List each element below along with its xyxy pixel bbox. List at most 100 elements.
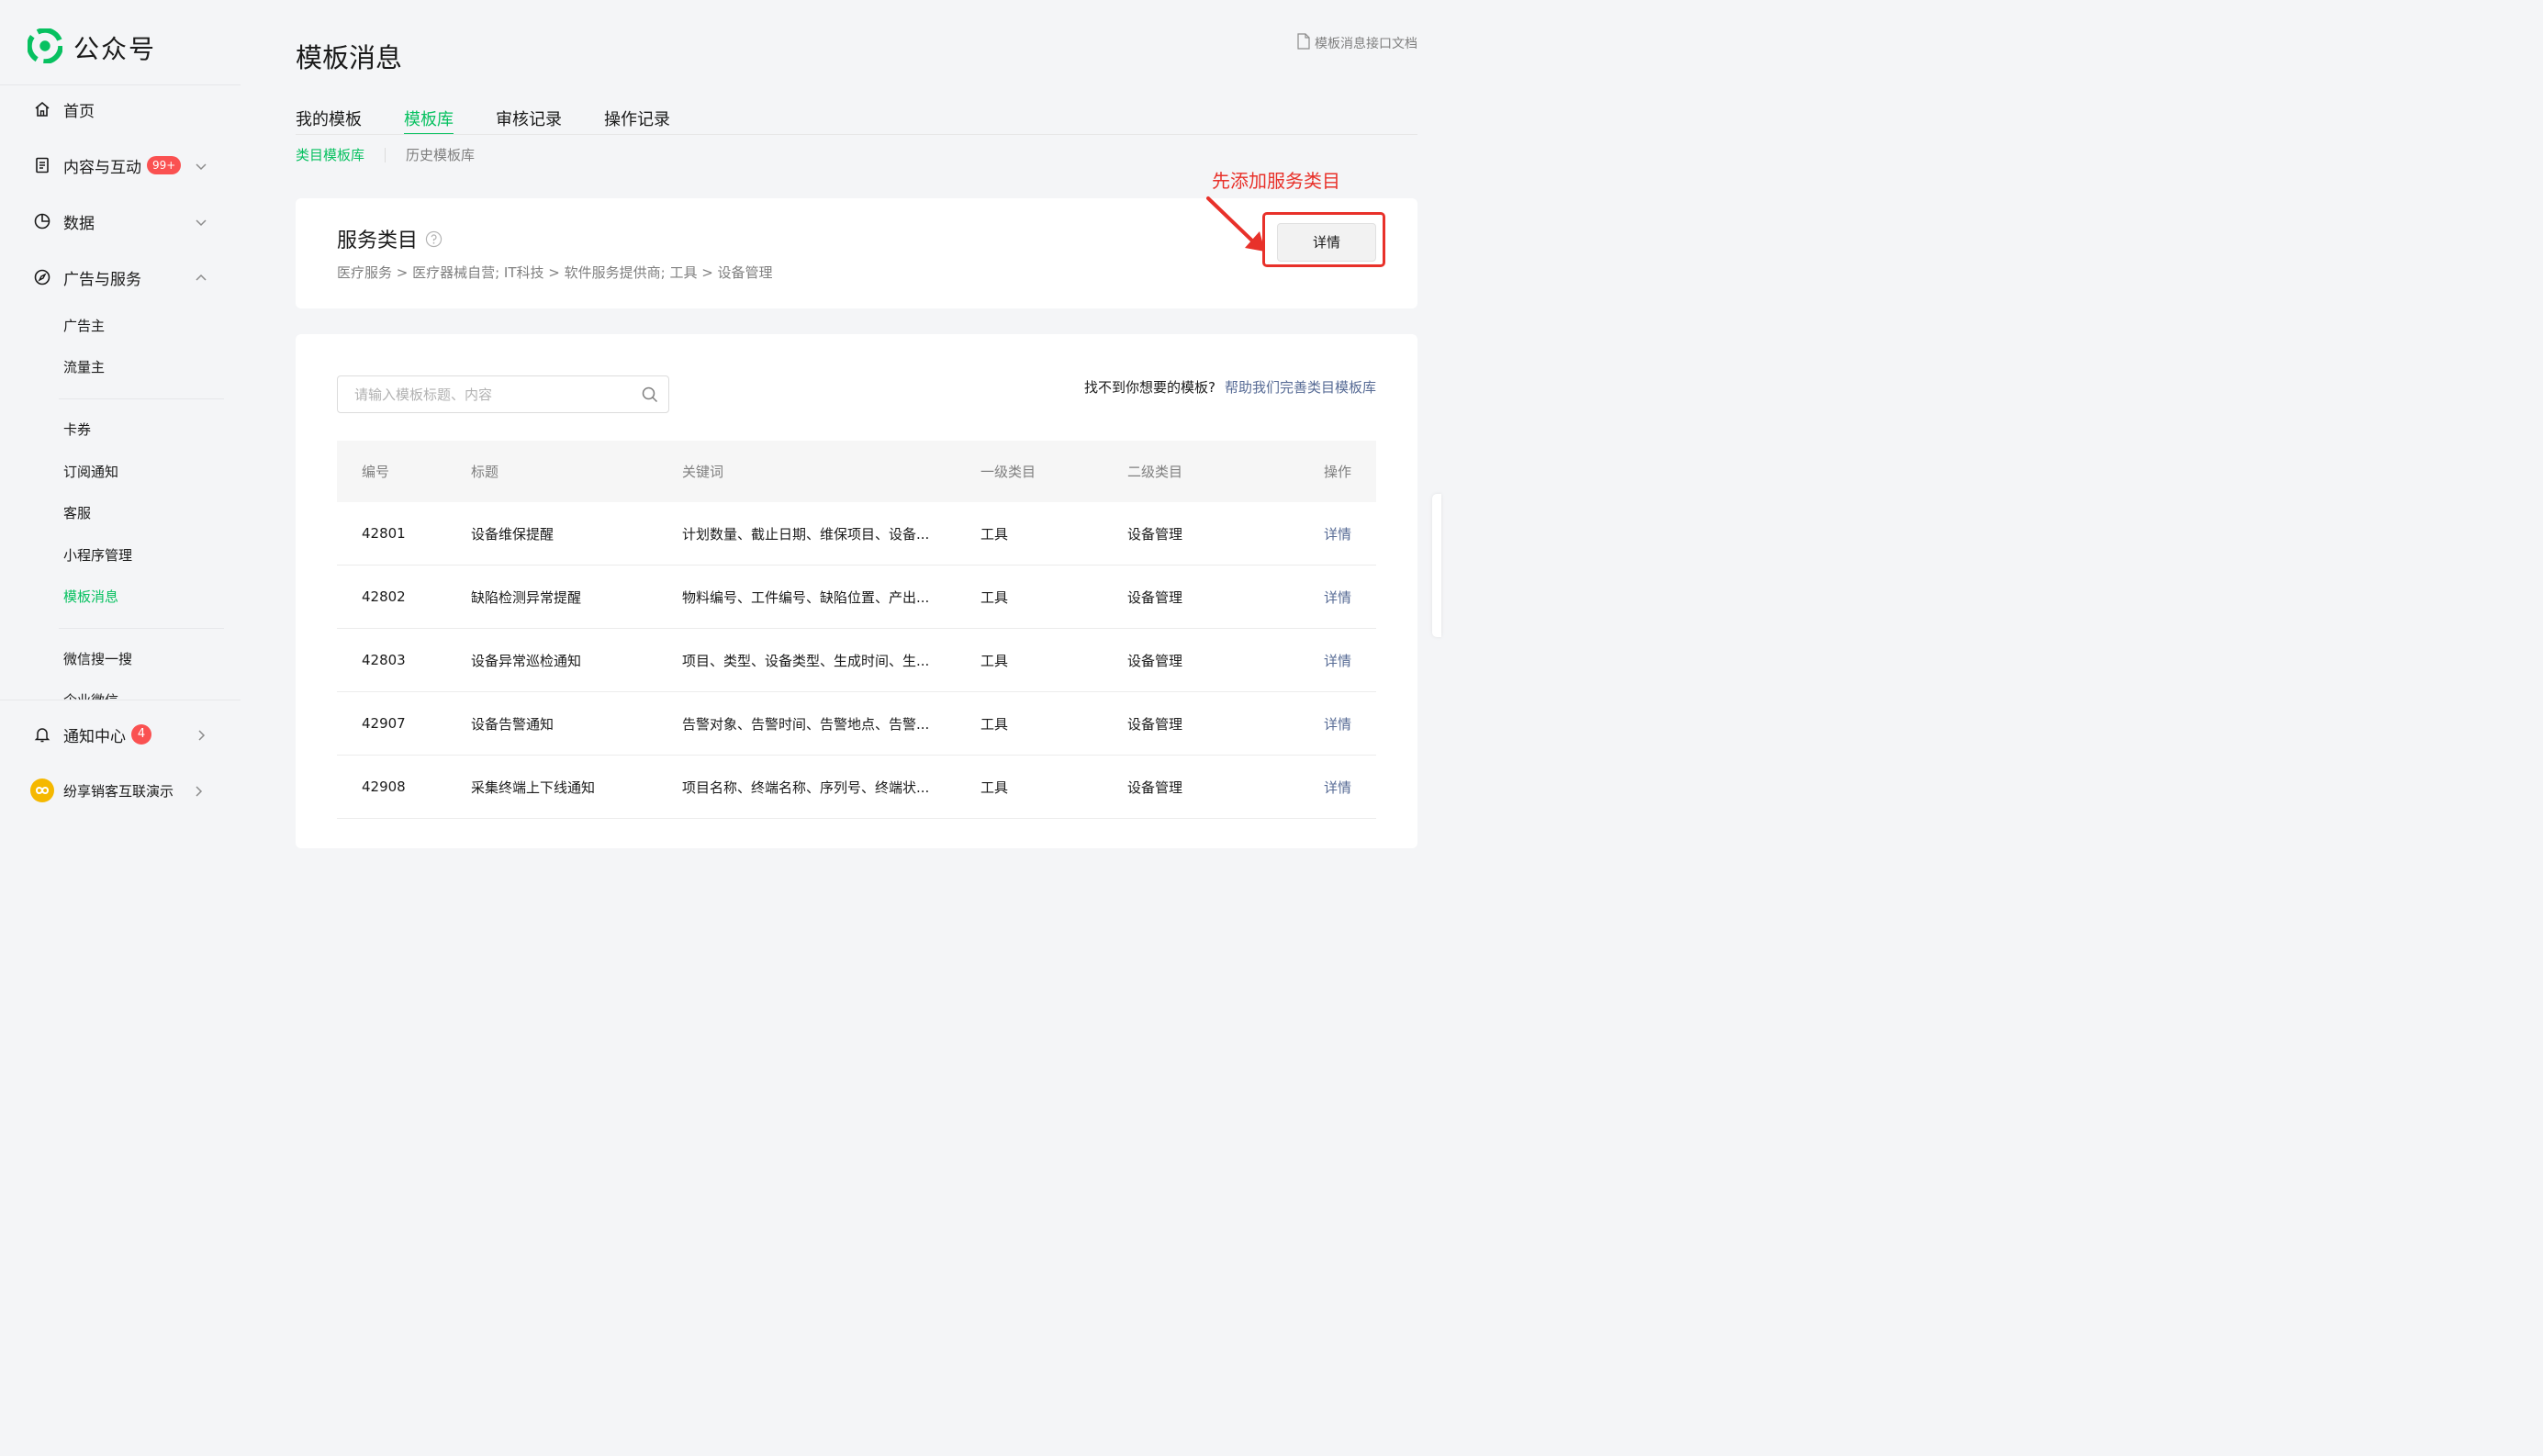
row-detail-link[interactable]: 详情 bbox=[1324, 756, 1351, 818]
cell-id: 42908 bbox=[362, 778, 406, 795]
cell-category2: 设备管理 bbox=[1127, 525, 1183, 543]
cell-category2: 设备管理 bbox=[1127, 778, 1183, 796]
nav-notifications-label: 通知中心 bbox=[63, 727, 126, 746]
brand-name: 公众号 bbox=[73, 34, 157, 64]
table-header: 编号 标题 关键词 一级类目 二级类目 操作 bbox=[337, 441, 1376, 502]
annotation-text: 先添加服务类目 bbox=[1212, 170, 1340, 192]
document-icon bbox=[33, 156, 51, 174]
cell-title: 缺陷检测异常提醒 bbox=[471, 588, 582, 606]
chevron-down-icon bbox=[195, 215, 207, 227]
nav-data[interactable]: 数据 bbox=[33, 207, 217, 235]
cell-id: 42803 bbox=[362, 652, 406, 668]
sidebar-item-template-message[interactable]: 模板消息 bbox=[63, 587, 118, 607]
cell-keywords: 物料编号、工件编号、缺陷位置、产出... bbox=[682, 588, 930, 606]
api-doc-link[interactable]: 模板消息接口文档 bbox=[1296, 33, 1417, 53]
chevron-right-icon bbox=[195, 728, 206, 741]
cell-category2: 设备管理 bbox=[1127, 652, 1183, 669]
nav-ads-services[interactable]: 广告与服务 bbox=[33, 263, 217, 291]
table-row: 42908 采集终端上下线通知 项目名称、终端名称、序列号、终端状... 工具 … bbox=[337, 756, 1376, 819]
annotation-highlight-box bbox=[1262, 212, 1385, 267]
side-scroll-handle[interactable] bbox=[1432, 494, 1441, 637]
search-input[interactable] bbox=[338, 376, 622, 412]
nav-content-label: 内容与互动 bbox=[63, 158, 141, 177]
chevron-down-icon bbox=[195, 159, 207, 171]
home-icon bbox=[33, 100, 51, 118]
table-row: 42803 设备异常巡检通知 项目、类型、设备类型、生成时间、生... 工具 设… bbox=[337, 629, 1376, 692]
improve-library-link[interactable]: 帮助我们完善类目模板库 bbox=[1225, 379, 1376, 396]
api-doc-label: 模板消息接口文档 bbox=[1315, 37, 1417, 51]
cell-id: 42907 bbox=[362, 715, 406, 732]
nav-account[interactable]: 纷享销客互联演示 bbox=[30, 777, 214, 804]
column-header-category1: 一级类目 bbox=[980, 464, 1036, 480]
tab-review-records[interactable]: 审核记录 bbox=[496, 106, 562, 135]
nav-home-label: 首页 bbox=[63, 102, 95, 121]
column-header-title: 标题 bbox=[471, 464, 499, 480]
cell-category2: 设备管理 bbox=[1127, 588, 1183, 606]
subtab-history-library[interactable]: 历史模板库 bbox=[406, 145, 475, 164]
cell-category2: 设备管理 bbox=[1127, 715, 1183, 733]
nav-ads-label: 广告与服务 bbox=[63, 270, 141, 289]
table-row: 42907 设备告警通知 告警对象、告警时间、告警地点、告警... 工具 设备管… bbox=[337, 692, 1376, 756]
row-detail-link[interactable]: 详情 bbox=[1324, 629, 1351, 691]
cell-category1: 工具 bbox=[980, 652, 1009, 669]
chevron-right-icon bbox=[192, 784, 203, 797]
sidebar-item-subscription[interactable]: 订阅通知 bbox=[63, 462, 118, 482]
cell-keywords: 项目、类型、设备类型、生成时间、生... bbox=[682, 652, 930, 669]
help-question: 找不到你想要的模板? bbox=[1084, 379, 1215, 396]
sidebar-item-coupons[interactable]: 卡券 bbox=[63, 420, 91, 440]
table-row: 42801 设备维保提醒 计划数量、截止日期、维保项目、设备... 工具 设备管… bbox=[337, 502, 1376, 566]
tab-operation-records[interactable]: 操作记录 bbox=[604, 106, 670, 135]
sidebar-item-advertiser[interactable]: 广告主 bbox=[63, 316, 105, 336]
sidebar-item-publisher[interactable]: 流量主 bbox=[63, 357, 105, 377]
cell-title: 设备异常巡检通知 bbox=[471, 652, 582, 669]
brand-logo-icon bbox=[27, 28, 63, 67]
row-detail-link[interactable]: 详情 bbox=[1324, 502, 1351, 565]
help-line: 找不到你想要的模板? 帮助我们完善类目模板库 bbox=[1084, 377, 1376, 397]
cell-id: 42802 bbox=[362, 588, 406, 605]
cell-title: 设备维保提醒 bbox=[471, 525, 555, 543]
sidebar-separator bbox=[59, 628, 224, 629]
brand[interactable]: 公众号 bbox=[27, 28, 157, 67]
account-avatar bbox=[30, 778, 54, 802]
column-header-keywords: 关键词 bbox=[682, 464, 724, 480]
sidebar-item-wecom[interactable]: 企业微信 bbox=[63, 690, 118, 700]
nav-notifications[interactable]: 通知中心 4 bbox=[33, 721, 217, 748]
cell-keywords: 项目名称、终端名称、序列号、终端状... bbox=[682, 778, 930, 796]
nav-content[interactable]: 内容与互动 99+ bbox=[33, 151, 217, 179]
cell-title: 设备告警通知 bbox=[471, 715, 555, 733]
sidebar-separator bbox=[59, 398, 224, 399]
compass-icon bbox=[33, 268, 51, 286]
sub-tabs: 类目模板库 历史模板库 bbox=[296, 145, 475, 164]
search-icon[interactable] bbox=[641, 386, 659, 404]
tab-template-library[interactable]: 模板库 bbox=[404, 106, 454, 135]
main-tabs: 我的模板 模板库 审核记录 操作记录 bbox=[296, 106, 712, 135]
cell-category1: 工具 bbox=[980, 715, 1009, 733]
column-header-id: 编号 bbox=[362, 464, 390, 480]
row-detail-link[interactable]: 详情 bbox=[1324, 692, 1351, 755]
sidebar-item-wechat-search[interactable]: 微信搜一搜 bbox=[63, 649, 132, 669]
subtab-category-library[interactable]: 类目模板库 bbox=[296, 145, 364, 164]
sidebar: 公众号 首页 内容与互动 99+ 数据 广告与服务 广告主 流量主 卡券 订阅通… bbox=[0, 0, 241, 824]
subtab-separator bbox=[385, 147, 386, 162]
cell-id: 42801 bbox=[362, 525, 406, 542]
tabs-divider bbox=[296, 134, 1417, 135]
tab-my-templates[interactable]: 我的模板 bbox=[296, 106, 362, 135]
service-category-heading: 服务类目 bbox=[337, 224, 443, 253]
page-title: 模板消息 bbox=[296, 42, 403, 73]
nav-home[interactable]: 首页 bbox=[33, 95, 217, 123]
question-circle-icon[interactable] bbox=[425, 230, 443, 248]
row-detail-link[interactable]: 详情 bbox=[1324, 566, 1351, 628]
cell-title: 采集终端上下线通知 bbox=[471, 778, 596, 796]
table-row: 42802 缺陷检测异常提醒 物料编号、工件编号、缺陷位置、产出... 工具 设… bbox=[337, 566, 1376, 629]
sidebar-item-customer-service[interactable]: 客服 bbox=[63, 503, 91, 523]
column-header-action: 操作 bbox=[1323, 464, 1351, 480]
chevron-up-icon bbox=[195, 271, 207, 282]
cell-category1: 工具 bbox=[980, 588, 1009, 606]
notification-badge: 4 bbox=[131, 724, 151, 745]
service-category-title: 服务类目 bbox=[337, 230, 419, 252]
file-icon bbox=[1296, 33, 1315, 53]
template-table: 编号 标题 关键词 一级类目 二级类目 操作 42801 设备维保提醒 计划数量… bbox=[337, 441, 1376, 819]
cell-category1: 工具 bbox=[980, 778, 1009, 796]
sidebar-item-miniprogram[interactable]: 小程序管理 bbox=[63, 545, 132, 566]
search-box bbox=[337, 375, 669, 413]
